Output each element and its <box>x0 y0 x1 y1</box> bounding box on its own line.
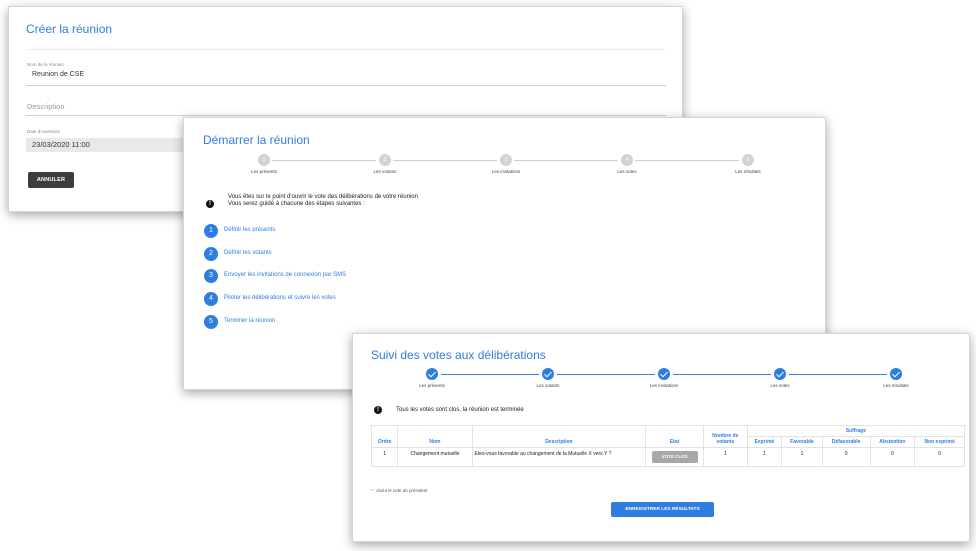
meeting-name-field[interactable]: Reunion de CSE <box>32 71 84 78</box>
description-underline <box>26 115 666 116</box>
vote-closed-button[interactable]: VOTE CLOS <box>651 451 698 463</box>
step-resultats: 5 Les résultats <box>708 154 788 174</box>
footnote: * : inclut le vote du président <box>371 488 428 493</box>
step-number-icon: 1 <box>204 224 218 238</box>
col-description: Description <box>471 425 647 448</box>
description-field[interactable]: Description <box>27 102 65 111</box>
check-icon <box>426 368 438 380</box>
start-meeting-title: Démarrer la réunion <box>203 133 310 147</box>
cell-unfavorable: 0 <box>821 447 871 467</box>
divider <box>26 49 665 50</box>
step-number-icon: 4 <box>621 154 633 166</box>
step-votes: 4 Les votes <box>587 154 667 174</box>
step-number-icon: 2 <box>379 154 391 166</box>
cell-state: VOTE CLOS <box>645 447 705 467</box>
check-icon <box>774 368 786 380</box>
step-label: Les votes <box>617 169 637 174</box>
create-meeting-title: Créer la réunion <box>26 22 113 36</box>
col-name: Nom <box>397 425 473 448</box>
vote-tracking-title: Suivi des votes aux délibérations <box>371 348 546 362</box>
action-link[interactable]: Définir les présents <box>224 227 275 233</box>
vote-tracking-card: Suivi des votes aux délibérations Les pr… <box>352 333 970 542</box>
col-suffrage: Suffrage <box>746 425 966 437</box>
col-not-expressed: Non exprimé <box>914 436 965 448</box>
step-label: Les votants <box>373 169 397 174</box>
step-number-icon: 3 <box>204 269 218 283</box>
step-presents: 1 Les présents <box>224 154 304 174</box>
info-message: Vous êtes sur le point d'ouvrir le vote … <box>228 194 418 208</box>
meeting-name-label: Nom de la réunion <box>27 62 64 67</box>
step-number-icon: 3 <box>500 154 512 166</box>
col-order: Ordre <box>370 425 399 448</box>
step-label: Les résultats <box>883 383 909 388</box>
step-label: Les présents <box>419 383 445 388</box>
table-row: 1 Changement mutuelle Etes-vous favorabl… <box>370 447 965 467</box>
col-state: Etat <box>645 425 705 448</box>
cell-abstention: 0 <box>869 447 916 467</box>
cell-favorable: 1 <box>781 447 823 467</box>
info-line-2: Vous serez guidé à chacune des étapes su… <box>228 201 365 207</box>
cell-not-expressed: 0 <box>914 447 965 467</box>
step-number-icon: 1 <box>258 154 270 166</box>
info-line-1: Vous êtes sur le point d'ouvrir le vote … <box>228 194 418 200</box>
col-unfavorable: Défavorable <box>821 436 871 448</box>
action-link[interactable]: Terminer la réunion <box>224 318 275 324</box>
cell-voters: 1 <box>703 447 748 467</box>
col-favorable: Favorable <box>781 436 823 448</box>
step-label: Les votes <box>770 383 790 388</box>
step-number-icon: 5 <box>204 315 218 329</box>
date-label: Date d'ouverture <box>27 129 61 134</box>
step-label: Les invitations <box>491 169 521 174</box>
step-votants: 2 Les votants <box>345 154 425 174</box>
step-label: Les invitations <box>649 383 679 388</box>
step-label: Les résultats <box>735 169 761 174</box>
step-invitations: Les invitations <box>624 368 704 388</box>
date-field[interactable]: 23/03/2020 11:00 <box>32 140 90 149</box>
cancel-button[interactable]: ANNULER <box>28 172 74 188</box>
action-link[interactable]: Définir les votants <box>224 250 272 256</box>
check-icon <box>542 368 554 380</box>
cell-order: 1 <box>370 447 399 467</box>
meeting-name-underline <box>26 85 666 86</box>
step-label: Les votants <box>536 383 560 388</box>
action-link[interactable]: Piloter les délibérations et suivre les … <box>224 295 336 301</box>
info-icon: ! <box>374 406 382 414</box>
check-icon <box>658 368 670 380</box>
step-votants: Les votants <box>508 368 588 388</box>
step-number-icon: 4 <box>204 292 218 306</box>
step-presents: Les présents <box>392 368 472 388</box>
info-icon: ! <box>206 200 214 208</box>
save-results-button[interactable]: ENREGISTRER LES RÉSULTATS <box>611 502 714 517</box>
cell-name: Changement mutuelle <box>397 447 473 467</box>
check-icon <box>890 368 902 380</box>
step-resultats: Les résultats <box>856 368 936 388</box>
step-label: Les présents <box>251 169 277 174</box>
col-abstention: Abstention <box>869 436 916 448</box>
col-expressed: Exprimé <box>746 436 783 448</box>
step-invitations: 3 Les invitations <box>466 154 546 174</box>
footnote-text: : inclut le vote du président <box>372 488 428 493</box>
step-number-icon: 2 <box>204 247 218 261</box>
cell-expressed: 1 <box>746 447 783 467</box>
step-number-icon: 5 <box>742 154 754 166</box>
cell-description: Etes-vous favorable au changement de la … <box>471 447 647 467</box>
action-link[interactable]: Envoyer les invitations de connexion par… <box>224 272 346 278</box>
votes-table: Ordre Nom Description Etat Nombre de vot… <box>370 425 966 467</box>
col-voters: Nombre de votants <box>703 425 748 448</box>
info-message: Tous les votes sont clos, la réunion est… <box>396 407 524 413</box>
step-votes: Les votes <box>740 368 820 388</box>
